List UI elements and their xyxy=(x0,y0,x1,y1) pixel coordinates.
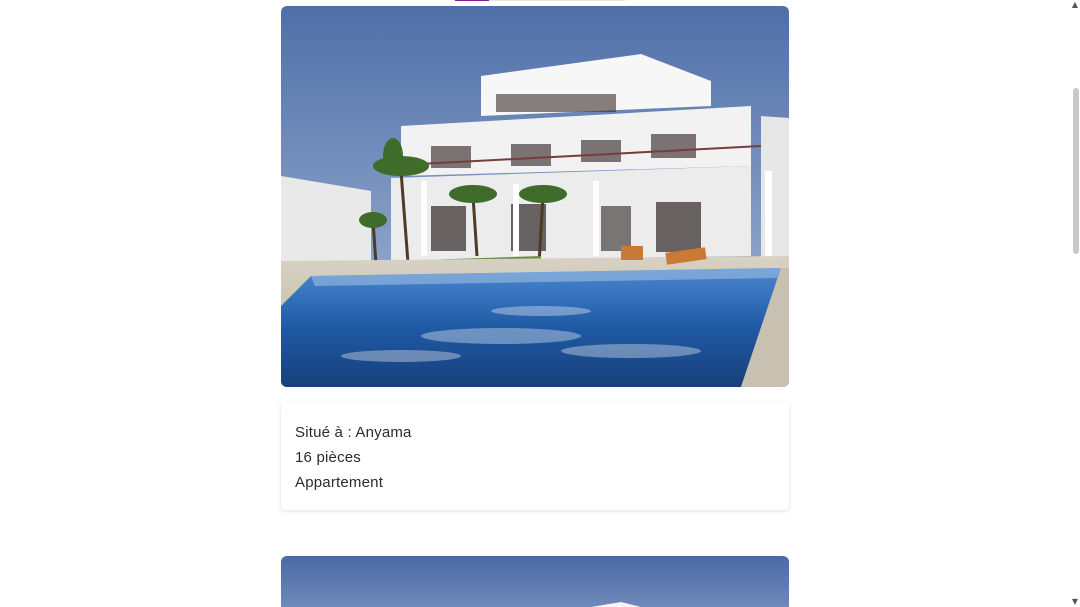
villa-pool-illustration xyxy=(281,6,789,387)
scroll-thumb[interactable] xyxy=(1073,88,1079,254)
page-scrollbar[interactable]: ▲ ▼ xyxy=(1070,0,1080,607)
active-tab-underline xyxy=(455,0,489,1)
listing-type: Appartement xyxy=(295,474,384,491)
listing-location: Situé à : Anyama xyxy=(295,424,412,441)
scroll-down-icon[interactable]: ▼ xyxy=(1071,598,1079,606)
listing-photo-next[interactable] xyxy=(281,556,789,607)
top-tab-indicator xyxy=(455,0,625,1)
scroll-up-icon[interactable]: ▲ xyxy=(1071,1,1079,9)
listing-photo[interactable] xyxy=(281,6,789,387)
next-property-photo-illustration xyxy=(281,556,789,607)
listing-rooms: 16 pièces xyxy=(295,449,362,466)
listing-info-card[interactable]: Situé à : Anyama 16 pièces Appartement xyxy=(281,402,789,510)
